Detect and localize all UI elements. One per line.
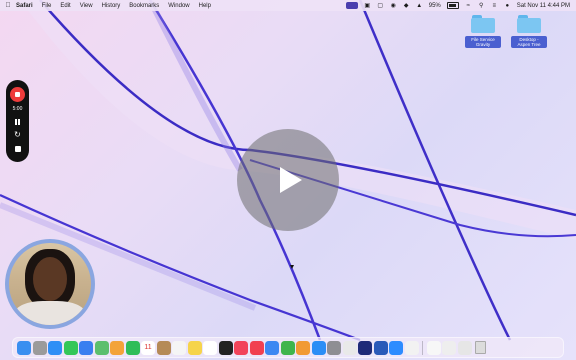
menu-view[interactable]: View [80,3,93,9]
tv-icon[interactable] [218,340,233,355]
news-icon[interactable] [249,340,264,355]
pause-button[interactable] [15,119,20,125]
freeform-icon[interactable] [203,340,217,355]
menu-app-name[interactable]: Safari [16,3,33,9]
recorder-control-panel: 5:00 ↻ [6,80,29,162]
system-settings-icon[interactable] [327,340,341,355]
zoom-icon[interactable] [389,340,403,355]
desktop:  Safari File Edit View History Bookmark… [0,0,576,360]
menu-help[interactable]: Help [199,3,211,9]
menu-window[interactable]: Window [168,3,189,9]
maps-icon[interactable] [94,340,109,355]
music-icon[interactable] [234,340,248,355]
document-1-icon[interactable] [426,340,441,355]
menu-bar:  Safari File Edit View History Bookmark… [0,0,576,11]
app-store-icon[interactable] [311,340,326,355]
reminders-icon[interactable] [172,340,186,355]
word-icon[interactable] [373,340,388,355]
folder-label: Desktop - Aspen Tree [511,36,547,48]
search-icon[interactable]: ⚲ [478,3,485,9]
status-area: ▣ ▢ ◉ ◆ ▲ 95% ≈ ⚲ ≡ ● Sat Nov 11 4:44 PM [345,0,570,11]
mouse-cursor [290,265,294,269]
webcam-bubble[interactable] [5,239,95,329]
document-2-icon[interactable] [442,340,456,355]
dropbox-icon[interactable]: ◆ [403,3,410,9]
facetime-icon[interactable] [125,340,140,355]
preview-icon[interactable] [404,340,419,355]
recording-timer: 5:00 [12,106,23,112]
dock: 11 [12,337,564,358]
stop-icon [15,92,20,97]
stop-recording-button[interactable] [10,87,25,102]
chrome-icon[interactable] [342,340,357,355]
wifi-icon[interactable]: ≈ [465,3,472,9]
play-icon [280,167,302,193]
screen-recorder-icon[interactable] [358,340,372,355]
desktop-folder[interactable]: Desktop - Aspen Tree [511,15,547,51]
clock[interactable]: Sat Nov 11 4:44 PM [517,3,570,9]
safari-icon[interactable] [48,340,62,355]
grammarly-icon[interactable]: ◉ [390,3,397,9]
folder-icon [471,15,495,33]
pages-icon[interactable] [296,340,310,355]
screen-icon[interactable]: ▣ [364,3,371,9]
desktop-folder[interactable]: File Service Gravity [465,15,501,51]
photos-icon[interactable] [110,340,124,355]
siri-icon[interactable]: ● [504,3,511,9]
notes-icon[interactable] [187,340,202,355]
menu-edit[interactable]: Edit [60,3,70,9]
menu-history[interactable]: History [102,3,121,9]
display-icon[interactable]: ▢ [377,3,384,9]
play-button[interactable] [237,129,339,231]
restart-button[interactable]: ↻ [14,131,21,139]
keynote-icon[interactable] [265,340,279,355]
delete-recording-button[interactable] [14,146,21,152]
recording-status-icon[interactable] [345,2,358,9]
numbers-icon[interactable] [280,340,295,355]
messages-icon[interactable] [63,340,78,355]
document-3-icon[interactable] [457,340,472,355]
battery-icon[interactable] [446,2,459,9]
apple-menu-icon[interactable]:  [0,2,16,9]
mail-icon[interactable] [79,340,93,355]
launchpad-icon[interactable] [32,340,47,355]
calendar-icon[interactable]: 11 [141,340,155,355]
webcam-feed [9,243,91,325]
battery-percent: 95% [428,2,441,9]
trash-icon[interactable] [473,341,487,355]
shield-icon[interactable]: ▲ [416,3,423,9]
control-center-icon[interactable]: ≡ [491,3,498,9]
dock-separator [422,340,423,355]
finder-icon[interactable] [17,340,31,355]
menu-file[interactable]: File [42,3,52,9]
menu-bookmarks[interactable]: Bookmarks [129,3,159,9]
contacts-icon[interactable] [156,340,171,355]
folder-icon [517,15,541,33]
folder-label: File Service Gravity [465,36,501,48]
